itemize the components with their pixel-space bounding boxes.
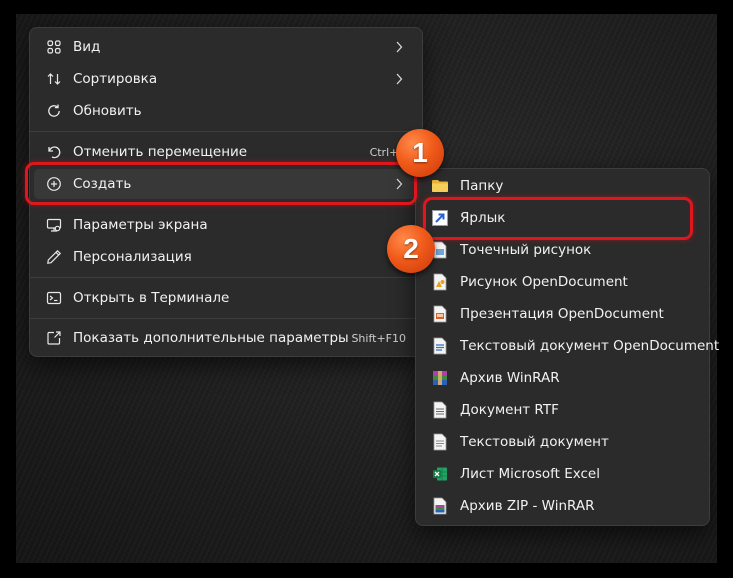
menu-separator — [30, 131, 422, 132]
submenu-item-odg[interactable]: Рисунок OpenDocument — [420, 267, 705, 297]
folder-icon — [430, 176, 450, 196]
sort-icon — [44, 69, 64, 89]
menu-item-label: Открыть в Терминале — [73, 290, 230, 306]
menu-item-label: Персонализация — [73, 249, 192, 265]
menu-item-label: Показать дополнительные параметры — [73, 330, 349, 346]
submenu-item-label: Презентация OpenDocument — [460, 306, 664, 322]
odp-icon — [430, 304, 450, 324]
view-grid-icon — [44, 37, 64, 57]
submenu-item-label: Лист Microsoft Excel — [460, 466, 600, 482]
winrar-icon — [430, 368, 450, 388]
menu-separator — [30, 277, 422, 278]
shortcut-hint: Shift+F10 — [351, 331, 406, 345]
menu-item-label: Сортировка — [73, 71, 158, 87]
pen-icon — [44, 247, 64, 267]
submenu-item-label: Архив WinRAR — [460, 370, 560, 386]
submenu-item-label: Текстовый документ OpenDocument — [460, 338, 720, 354]
menu-item-label: Обновить — [73, 103, 142, 119]
submenu-item-label: Текстовый документ — [460, 434, 609, 450]
undo-icon — [44, 142, 64, 162]
refresh-icon — [44, 101, 64, 121]
menu-item-label: Вид — [73, 39, 101, 55]
rtf-icon — [430, 400, 450, 420]
menu-item-label: Параметры экрана — [73, 217, 208, 233]
menu-item-display-settings[interactable]: Параметры экрана — [34, 210, 418, 240]
submenu-item-winrar[interactable]: Архив WinRAR — [420, 363, 705, 393]
chevron-right-icon — [392, 41, 406, 53]
highlight-box-shortcut — [423, 197, 693, 240]
excel-icon — [430, 464, 450, 484]
menu-item-open-terminal[interactable]: Открыть в Терминале — [34, 283, 418, 313]
step-badge-2: 2 — [387, 225, 435, 273]
menu-item-show-more-options[interactable]: Показать дополнительные параметры Shift+… — [34, 323, 418, 353]
submenu-item-label: Папку — [460, 178, 504, 194]
submenu-item-zip-winrar[interactable]: Архив ZIP - WinRAR — [420, 491, 705, 521]
submenu-item-odt[interactable]: Текстовый документ OpenDocument — [420, 331, 719, 361]
submenu-item-excel[interactable]: Лист Microsoft Excel — [420, 459, 705, 489]
submenu-item-text-document[interactable]: Текстовый документ — [420, 427, 705, 457]
share-options-icon — [44, 328, 64, 348]
highlight-box-create — [25, 162, 417, 205]
text-document-icon — [430, 432, 450, 452]
chevron-right-icon — [392, 73, 406, 85]
submenu-item-rtf[interactable]: Документ RTF — [420, 395, 705, 425]
submenu-item-label: Документ RTF — [460, 402, 559, 418]
submenu-item-odp[interactable]: Презентация OpenDocument — [420, 299, 705, 329]
submenu-item-label: Рисунок OpenDocument — [460, 274, 628, 290]
submenu-item-label: Точечный рисунок — [460, 242, 592, 258]
menu-item-personalization[interactable]: Персонализация — [34, 242, 418, 272]
menu-item-label: Отменить перемещение — [73, 144, 248, 160]
menu-item-sort[interactable]: Сортировка — [34, 64, 418, 94]
winrar-zip-icon — [430, 496, 450, 516]
odg-icon — [430, 272, 450, 292]
menu-item-view[interactable]: Вид — [34, 32, 418, 62]
terminal-icon — [44, 288, 64, 308]
menu-item-refresh[interactable]: Обновить — [34, 96, 418, 126]
submenu-item-label: Архив ZIP - WinRAR — [460, 498, 595, 514]
menu-separator — [30, 318, 422, 319]
step-badge-1: 1 — [396, 129, 444, 177]
odt-icon — [430, 336, 450, 356]
display-settings-icon — [44, 215, 64, 235]
